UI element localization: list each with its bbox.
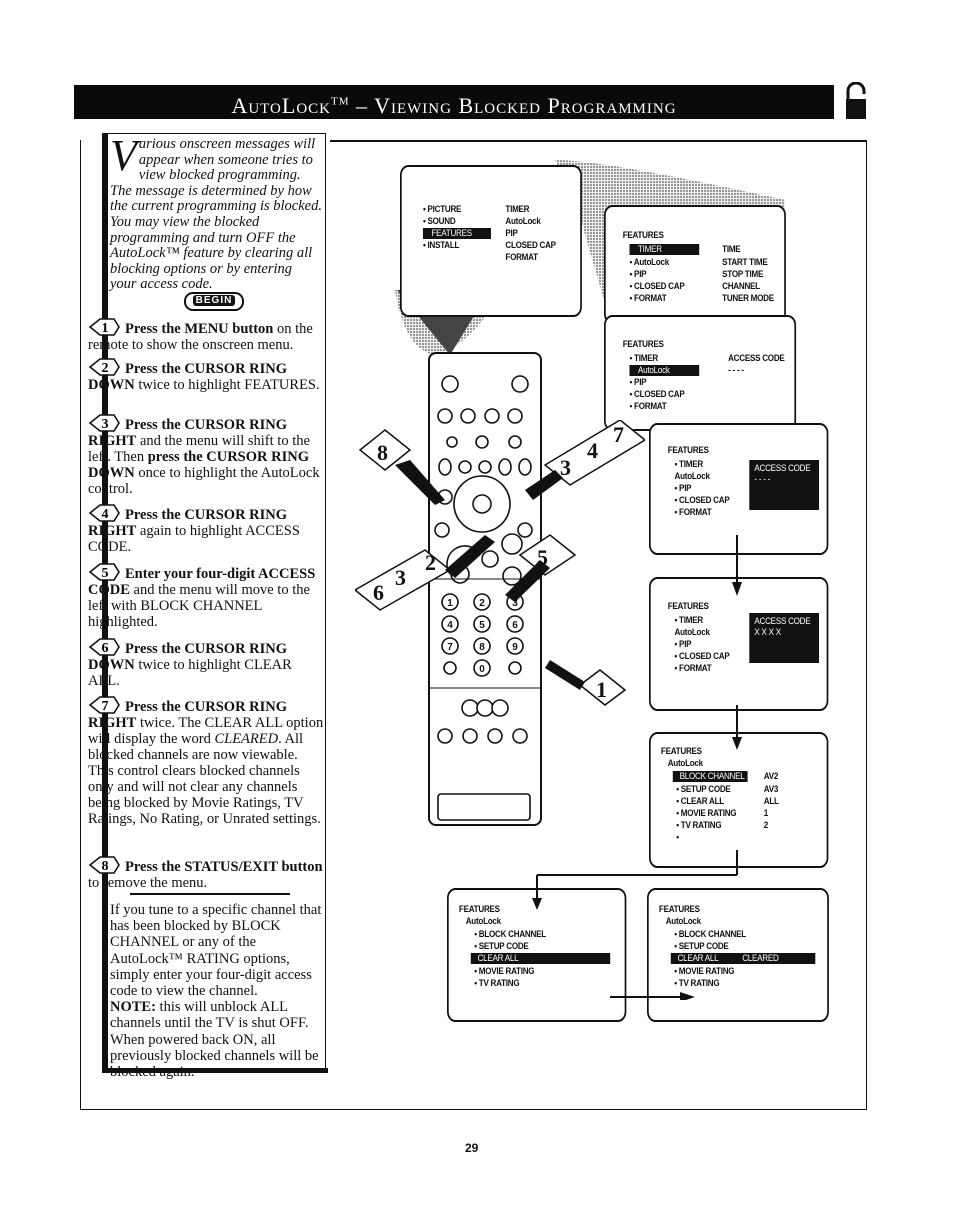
tag-3-right: 3 [560,455,571,480]
open-padlock-icon [846,82,866,119]
step-1: 1 Press the MENU button on the remote to … [88,317,324,353]
tag-1: 1 [596,677,607,702]
menu-item-sound: • SOUND [422,216,456,227]
step-number-badge: 5 [88,562,120,582]
note-divider [130,893,290,895]
menu-value: 2 [763,820,768,831]
svg-text:5: 5 [102,566,109,581]
step-4: 4 Press the CURSOR RING RIGHT again to hi… [88,503,324,555]
menu-item: • FORMAT [629,293,667,304]
pointing-hand-icon [505,560,550,602]
menu-item: • AutoLock [629,257,670,268]
menu-value: AV3 [763,784,779,795]
menu-item: • CLOSED CAP [674,495,730,506]
access-code-value: - - - - [728,365,744,376]
menu-value: ALL [763,796,779,807]
submenu-autolock: AutoLock [505,216,541,227]
step-number-badge: 3 [88,413,120,433]
features-menu-autolock: FEATURES • TIMER AutoLock • PIP • CLOSED… [604,315,797,431]
menu-item: • TIMER [629,353,659,364]
svg-text:3: 3 [102,417,109,432]
submenu-pip: PIP [505,228,518,239]
menu-item: • PIP [629,269,647,280]
svg-text:1: 1 [102,321,109,336]
submenu-item: STOP TIME [722,269,764,280]
step-6: 6 Press the CURSOR RING DOWN twice to hig… [88,637,324,689]
tag-8: 8 [377,440,388,465]
menu-item-install: • INSTALL [422,240,460,251]
menu-item: • PIP [629,377,647,388]
intro-paragraph: Various onscreen messages will appear wh… [110,131,322,293]
begin-badge: BEGIN [184,292,244,311]
step-pointer-tags: 8 6 3 2 3 4 7 5 1 [355,420,645,706]
submenu-item: CHANNEL [722,281,760,292]
submenu-item: START TIME [722,257,768,268]
pointing-hand-icon [445,535,495,578]
pointing-hand-icon [395,460,445,505]
tag-2: 2 [425,550,436,575]
menu-item-timer-highlighted: TIMER [629,244,700,255]
access-code-label: ACCESS CODE [728,353,785,364]
menu-title: FEATURES [667,445,709,456]
svg-text:2: 2 [102,361,109,376]
frame-top-rule [330,140,867,142]
step-7: 7 Press the CURSOR RING RIGHT twice. The … [88,695,324,827]
submenu-timer: TIMER [505,204,530,215]
tuner-button [441,375,459,393]
step-8: 8 Press the STATUS/EXIT button to remove … [88,855,324,891]
step-3: 3 Press the CURSOR RING RIGHT and the men… [88,413,324,497]
tag-3-left: 3 [395,565,406,590]
pointing-hand-icon [525,470,563,500]
note-paragraph: If you tune to a specific channel that h… [110,902,322,1081]
access-code-box: ACCESS CODE - - - - [749,460,819,510]
submenu-format: FORMAT [505,252,538,263]
step-2: 2 Press the CURSOR RING DOWN twice to hig… [88,357,324,393]
tag-6: 6 [373,580,384,605]
svg-text:6: 6 [102,641,109,656]
menu-item: • FORMAT [674,507,712,518]
pointing-hand-icon [545,660,585,690]
main-menu-screen: • PICTURE • SOUND FEATURES • INSTALL TIM… [400,165,582,317]
step-number-badge: 6 [88,637,120,657]
submenu-item: TUNER MODE [722,293,774,304]
svg-text:4: 4 [102,507,109,522]
title-banner: AutoLockTM – Viewing Blocked Programming [74,85,834,119]
features-menu-timer: FEATURES TIMER • AutoLock • PIP • CLOSED… [604,205,786,324]
svg-text:8: 8 [102,859,109,874]
menu-item: • FORMAT [629,401,667,412]
submenu-closed-cap: CLOSED CAP [505,240,556,251]
menu-item: AutoLock [674,471,710,482]
menu-value: AV2 [763,771,779,782]
menu-item: • PIP [674,483,692,494]
power-button [511,375,529,393]
menu-title: FEATURES [622,230,664,241]
step-5: 5 Enter your four-digit ACCESS CODE and t… [88,562,324,630]
step-number-badge: 7 [88,695,120,715]
tag-7: 7 [613,422,624,447]
menu-title: FEATURES [622,339,664,350]
page-number: 29 [465,1141,479,1155]
page-title: AutoLockTM – Viewing Blocked Programming [231,93,677,119]
drop-cap: V [110,131,137,180]
menu-item: • CLOSED CAP [629,389,685,400]
svg-text:7: 7 [102,699,109,714]
menu-item-autolock-highlighted: AutoLock [629,365,700,376]
submenu-item: TIME [722,244,741,255]
step-number-badge: 4 [88,503,120,523]
menu-item: • CLOSED CAP [629,281,685,292]
menu-item-picture: • PICTURE [422,204,462,215]
step-number-badge: 2 [88,357,120,377]
menu-item-features-highlighted: FEATURES [422,228,491,239]
menu-item: • TIMER [674,459,704,470]
menu-value: 1 [763,808,768,819]
tag-4: 4 [587,438,598,463]
step-number-badge: 1 [88,317,120,337]
step-number-badge: 8 [88,855,120,875]
